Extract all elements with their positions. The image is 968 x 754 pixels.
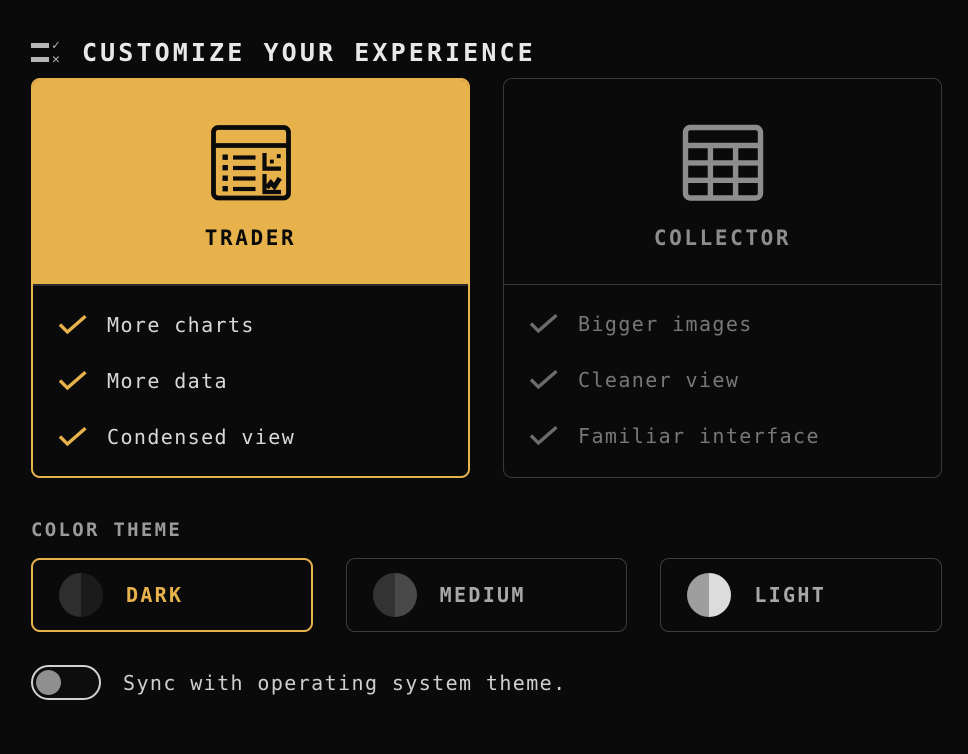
theme-option-label: DARK: [126, 583, 184, 607]
icon-bar-top: [31, 43, 49, 48]
sync-os-theme-row: Sync with operating system theme.: [0, 632, 968, 700]
theme-swatch-dark: [59, 573, 103, 617]
check-icon: [59, 371, 87, 391]
feature-label: Condensed view: [107, 425, 296, 449]
persona-card-row: TRADER More charts More data Condensed v…: [0, 78, 968, 478]
grid-table-icon: [682, 124, 763, 201]
toggle-knob: [36, 670, 61, 695]
persona-card-trader-title: TRADER: [204, 226, 297, 250]
feature-label: Familiar interface: [578, 424, 820, 448]
persona-card-collector-title: COLLECTOR: [653, 225, 792, 250]
check-icon: [530, 314, 558, 334]
page-header: ✓ ✕ CUSTOMIZE YOUR EXPERIENCE: [0, 0, 968, 78]
feature-row: Cleaner view: [530, 363, 941, 397]
persona-card-trader-features: More charts More data Condensed view: [33, 286, 468, 476]
color-theme-options: DARK MEDIUM LIGHT: [31, 558, 942, 632]
icon-check-mark: ✓: [52, 38, 60, 53]
feature-row: More charts: [59, 308, 468, 342]
theme-swatch-medium: [372, 573, 417, 617]
feature-label: More data: [107, 369, 228, 393]
swatch-half-left: [59, 573, 81, 617]
feature-row: Bigger images: [530, 307, 941, 341]
check-icon: [59, 315, 87, 335]
feature-label: More charts: [107, 313, 255, 337]
persona-card-collector[interactable]: COLLECTOR Bigger images Cleaner view Fam…: [503, 78, 942, 478]
feature-label: Bigger images: [578, 312, 753, 336]
customize-sliders-icon: ✓ ✕: [31, 37, 65, 67]
check-icon: [530, 370, 558, 390]
check-icon: [530, 426, 558, 446]
swatch-half-right: [709, 573, 732, 617]
persona-card-trader[interactable]: TRADER More charts More data Condensed v…: [31, 78, 470, 478]
icon-cross-mark: ✕: [52, 52, 60, 67]
swatch-half-left: [372, 573, 395, 617]
theme-option-label: MEDIUM: [439, 583, 526, 607]
page-title: CUSTOMIZE YOUR EXPERIENCE: [82, 37, 536, 67]
sync-os-theme-toggle[interactable]: [31, 665, 101, 700]
persona-card-trader-header: TRADER: [33, 80, 468, 286]
theme-option-medium[interactable]: MEDIUM: [345, 558, 628, 632]
feature-label: Cleaner view: [578, 368, 740, 392]
feature-row: Condensed view: [59, 420, 468, 454]
feature-row: Familiar interface: [530, 419, 941, 453]
swatch-half-right: [81, 573, 103, 617]
swatch-half-left: [687, 573, 710, 617]
persona-card-collector-header: COLLECTOR: [504, 79, 941, 285]
feature-row: More data: [59, 364, 468, 398]
theme-option-dark[interactable]: DARK: [31, 558, 313, 632]
swatch-half-right: [394, 573, 417, 617]
persona-card-collector-features: Bigger images Cleaner view Familiar inte…: [504, 285, 941, 477]
color-theme-section: COLOR THEME DARK MEDIUM LIGHT: [0, 478, 968, 632]
color-theme-label: COLOR THEME: [31, 519, 183, 541]
chart-list-window-icon: [210, 125, 291, 201]
check-icon: [59, 427, 87, 447]
theme-option-light[interactable]: LIGHT: [660, 558, 942, 632]
theme-option-label: LIGHT: [754, 583, 827, 607]
icon-bar-bottom: [31, 57, 49, 62]
sync-os-theme-label: Sync with operating system theme.: [123, 670, 567, 695]
theme-swatch-light: [687, 573, 732, 617]
